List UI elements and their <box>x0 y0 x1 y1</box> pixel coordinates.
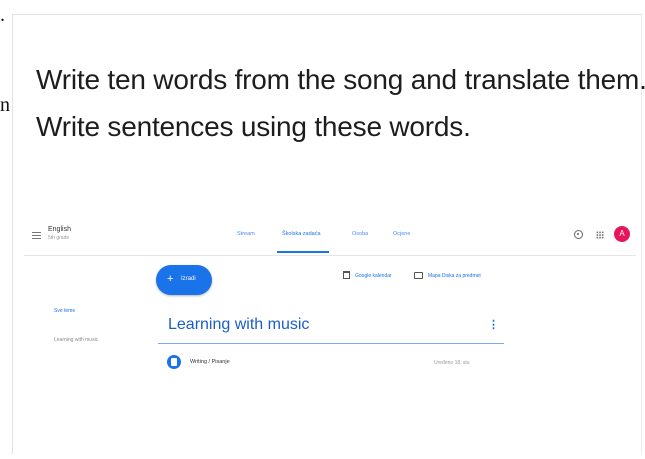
create-button-label: Izradi <box>181 276 196 282</box>
calendar-icon <box>343 271 350 279</box>
apps-grid-icon[interactable] <box>596 231 604 239</box>
instruction-line-2: Write sentences using these words. <box>36 111 471 142</box>
classroom-header: English 5th grade Stream Školska zadaća … <box>24 222 636 256</box>
topic-divider <box>158 343 504 344</box>
tab-grades[interactable]: Ocjene <box>393 231 410 237</box>
tab-classwork[interactable]: Školska zadaća <box>282 231 321 237</box>
assignment-icon <box>167 355 181 369</box>
header-divider <box>24 255 636 256</box>
assignment-date: Uređeno 18. stu <box>434 360 470 366</box>
assignment-title[interactable]: Writing / Pisanje <box>190 359 230 365</box>
course-name[interactable]: English <box>48 226 71 233</box>
menu-icon[interactable] <box>32 232 41 241</box>
edge-mark-dot: . <box>0 4 5 26</box>
tab-stream[interactable]: Stream <box>237 231 255 237</box>
create-button[interactable]: + Izradi <box>156 265 212 295</box>
tab-people[interactable]: Osoba <box>352 231 368 237</box>
drive-folder-link[interactable]: Mapa Diska za predmet <box>428 273 481 279</box>
topic-title: Learning with music <box>168 316 310 333</box>
active-tab-indicator <box>277 251 329 253</box>
google-calendar-link[interactable]: Google kalendar <box>355 273 392 279</box>
more-vert-icon[interactable]: ⋮ <box>488 318 499 331</box>
gear-icon[interactable] <box>574 230 583 239</box>
sidebar-topic-item[interactable]: Learning with music <box>54 337 98 343</box>
folder-icon <box>414 272 423 279</box>
instruction-line-1: Write ten words from the song and transl… <box>36 64 645 95</box>
edge-mark-letter: n <box>0 94 10 116</box>
course-section: 5th grade <box>48 235 70 241</box>
plus-icon: + <box>167 273 174 285</box>
sidebar-all-topics[interactable]: Sve teme <box>54 308 75 314</box>
avatar[interactable]: A <box>614 226 630 242</box>
